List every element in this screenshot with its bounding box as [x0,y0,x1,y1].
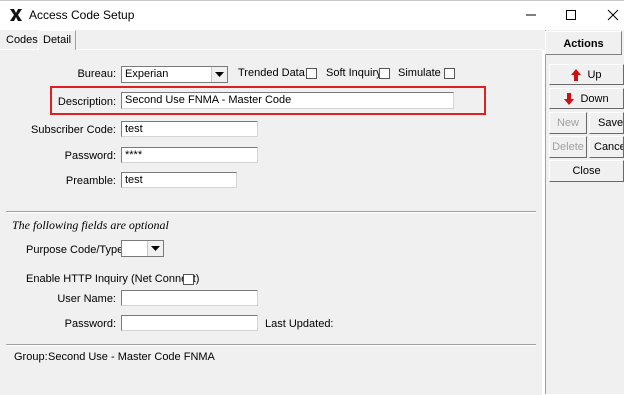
arrow-down-icon [564,92,575,105]
bureau-select[interactable]: Experian [121,66,228,83]
user-name-label: User Name: [57,293,116,305]
actions-title: Actions [545,31,622,55]
optional-password-field[interactable] [121,315,258,331]
optional-password-label: Password: [64,318,116,330]
maximize-icon [566,10,576,20]
soft-inquiry-label: Soft Inquiry [326,67,382,79]
down-button[interactable]: Down [549,88,624,109]
soft-inquiry-checkbox[interactable] [379,68,390,79]
down-button-label: Down [580,92,609,105]
group-label: Group: [14,351,48,363]
chevron-down-icon [147,241,163,256]
cancel-button[interactable]: Cancel [589,136,624,158]
user-name-field[interactable] [121,290,258,306]
group-divider [6,344,536,346]
subscriber-code-field[interactable]: test [121,121,258,137]
app-logo-icon [8,7,24,23]
group-value: Second Use - Master Code FNMA [48,351,215,363]
bureau-label: Bureau: [77,68,116,80]
trended-data-label: Trended Data [238,67,305,79]
simulate-label: Simulate [398,67,441,79]
last-updated-label: Last Updated: [265,318,334,330]
http-inquiry-checkbox[interactable] [183,274,194,285]
delete-button[interactable]: Delete [549,136,587,158]
http-inquiry-label: Enable HTTP Inquiry (Net Connect) [26,273,200,285]
preamble-field[interactable]: test [121,172,237,188]
purpose-code-select[interactable] [121,240,164,257]
password-label: Password: [64,150,116,162]
bureau-value: Experian [125,68,169,80]
up-button[interactable]: Up [549,64,624,85]
optional-section-title: The following fields are optional [12,218,169,232]
tab-detail[interactable]: Detail [38,30,77,50]
close-action-button[interactable]: Close [549,160,624,182]
chevron-down-icon [211,67,227,82]
trended-data-checkbox[interactable] [306,68,317,79]
preamble-label: Preamble: [65,175,116,187]
subscriber-code-label: Subscriber Code: [31,124,116,136]
maximize-button[interactable] [548,0,594,30]
password-field[interactable]: **** [121,147,258,163]
tab-codes[interactable]: Codes [2,31,42,49]
purpose-code-label: Purpose Code/Type: [26,244,127,256]
tab-strip [0,30,545,50]
close-icon [607,9,619,21]
save-button[interactable]: Save [589,112,624,134]
close-button[interactable] [590,0,624,30]
section-divider [6,211,536,213]
description-highlight [50,86,486,115]
up-button-label: Up [587,68,602,81]
window-title: Access Code Setup [29,8,135,22]
new-button[interactable]: New [549,112,587,134]
simulate-checkbox[interactable] [444,68,455,79]
arrow-up-icon [571,68,582,81]
minimize-icon [526,14,536,16]
